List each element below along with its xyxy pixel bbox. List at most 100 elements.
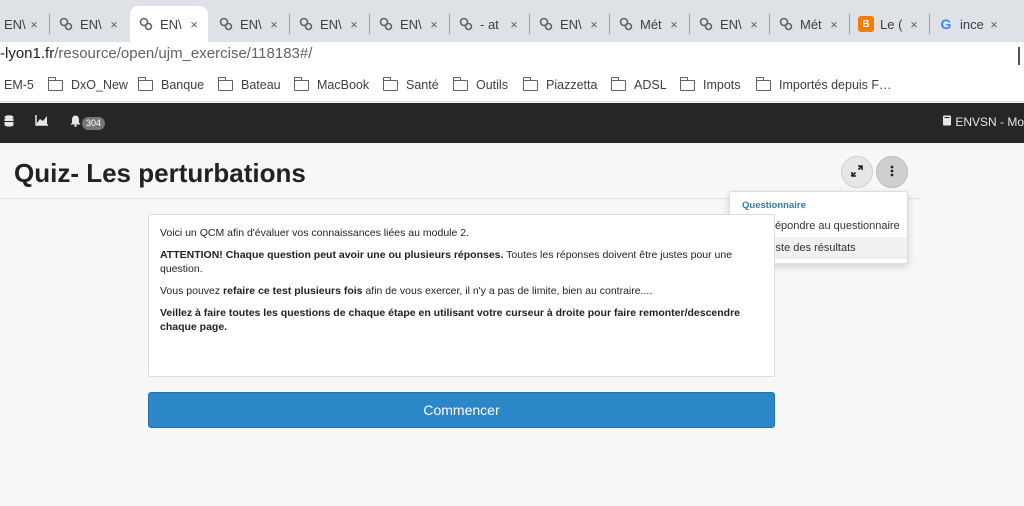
tab-title: EN\ (320, 16, 342, 32)
bookmark-label: Impots (703, 78, 741, 92)
bookmark-folder[interactable]: Impots (679, 76, 741, 92)
browser-tab[interactable]: G ince × (930, 6, 1008, 42)
start-quiz-button[interactable]: Commencer (148, 392, 775, 428)
bookmarks-bar: EM-5 DxO_New Banque Bateau MacBook Santé… (0, 70, 1024, 102)
browser-tab[interactable]: B Le ( × (850, 6, 928, 42)
intro-paragraph: Voici un QCM afin d'évaluer vos connaiss… (160, 227, 470, 239)
folder-icon (217, 76, 233, 91)
bookmark-folder[interactable]: Banque (137, 76, 205, 92)
attention-paragraph: ATTENTION! Chaque question peut avoir un… (160, 248, 763, 276)
browser-tab[interactable]: EN\ × (370, 6, 448, 42)
bookmark-folder[interactable]: Santé (382, 76, 439, 92)
close-icon[interactable]: × (346, 16, 362, 32)
moodle-icon (298, 16, 314, 32)
folder-icon (610, 76, 626, 91)
tab-title: EN\ (160, 16, 182, 32)
moodle-icon (138, 16, 154, 32)
attention-bold-text: ATTENTION! Chaque question peut avoir un… (160, 249, 504, 261)
browser-tab-active[interactable]: EN\ × (130, 6, 208, 42)
tab-title: EN\ (240, 16, 262, 32)
close-icon[interactable]: × (986, 16, 1002, 32)
bookmark-folder[interactable]: MacBook (293, 76, 370, 92)
browser-tab[interactable]: Mét × (770, 6, 848, 42)
close-icon[interactable]: × (106, 16, 122, 32)
notification-badge[interactable]: 304 (82, 117, 106, 130)
close-icon[interactable]: × (26, 16, 42, 32)
browser-tab[interactable]: EN\ × (290, 6, 368, 42)
folder-icon (755, 76, 771, 91)
url-host: -lyon1.fr (0, 45, 55, 62)
menu-item-label: Répondre au questionnaire (767, 220, 900, 232)
retry-paragraph: Vous pouvez refaire ce test plusieurs fo… (160, 284, 763, 298)
browser-tab-strip: EN\ × EN\ × EN\ × EN\ × EN\ × EN\ × - at… (0, 0, 1024, 42)
bookmark-label: EM-5 (4, 78, 34, 92)
folder-icon (293, 76, 309, 91)
browser-tab[interactable]: Mét × (610, 6, 688, 42)
bookmark-label: Bateau (241, 78, 281, 92)
tab-title: EN\ (80, 16, 102, 32)
app-navbar: 304 ENVSN - Mo (0, 103, 1024, 143)
bookmark-folder[interactable]: Piazzetta (522, 76, 597, 92)
browser-tab[interactable]: EN\ × (530, 6, 608, 42)
folder-icon (137, 76, 153, 91)
google-icon: G (940, 16, 952, 32)
bookmark-label: Outils (476, 78, 508, 92)
instructions-bold-text: Veillez à faire toutes les questions de … (160, 307, 741, 333)
close-icon[interactable]: × (906, 16, 922, 32)
tab-title: EN\ (4, 16, 26, 32)
close-icon[interactable]: × (666, 16, 682, 32)
bookmark-folder[interactable]: Bateau (217, 76, 281, 92)
database-icon[interactable] (4, 115, 14, 130)
fullscreen-button[interactable] (841, 156, 873, 188)
folder-icon (679, 76, 695, 91)
close-icon[interactable]: × (186, 16, 202, 32)
bookmark-folder[interactable]: ADSL (610, 76, 667, 92)
bookmark-label: DxO_New (71, 78, 128, 92)
moodle-icon (778, 16, 794, 32)
browser-tab[interactable]: EN\ × (210, 6, 288, 42)
moodle-icon (538, 16, 554, 32)
close-icon[interactable]: × (826, 16, 842, 32)
bookmark-label: MacBook (317, 78, 370, 92)
tab-title: ince (960, 16, 984, 32)
moodle-icon (698, 16, 714, 32)
url-text[interactable]: -lyon1.fr/resource/open/ujm_exercise/118… (0, 45, 312, 62)
bookmark-label: Importés depuis F… (779, 78, 892, 92)
browser-tab[interactable]: EN\ × (0, 6, 48, 42)
browser-menu-icon[interactable] (1018, 47, 1024, 65)
close-icon[interactable]: × (426, 16, 442, 32)
bookmark-label: Banque (161, 78, 205, 92)
tab-title: EN\ (720, 16, 742, 32)
bookmark-label: ADSL (634, 78, 667, 92)
browser-tab[interactable]: EN\ × (50, 6, 128, 42)
folder-icon (47, 76, 63, 91)
bookmark-folder[interactable]: DxO_New (47, 76, 128, 92)
folder-icon (522, 76, 538, 91)
moodle-icon (458, 16, 474, 32)
retry-bold-text: refaire ce test plusieurs fois (223, 285, 363, 297)
chart-icon[interactable] (35, 115, 48, 129)
browser-tab[interactable]: - at × (450, 6, 528, 42)
browser-tab[interactable]: EN\ × (690, 6, 768, 42)
bell-icon[interactable] (70, 115, 81, 130)
close-icon[interactable]: × (586, 16, 602, 32)
workspace-label: ENVSN - Mo (955, 115, 1024, 129)
folder-icon (452, 76, 468, 91)
tab-title: Mét (800, 16, 822, 32)
folder-icon (382, 76, 398, 91)
menu-item-label: Liste des résultats (767, 242, 856, 254)
close-icon[interactable]: × (746, 16, 762, 32)
bookmark-item[interactable]: EM-5 (4, 78, 34, 92)
bookmark-folder[interactable]: Outils (452, 76, 508, 92)
page-title: Quiz- Les perturbations (14, 158, 306, 188)
moodle-icon (618, 16, 634, 32)
close-icon[interactable]: × (506, 16, 522, 32)
address-bar[interactable]: -lyon1.fr/resource/open/ujm_exercise/118… (0, 42, 1024, 70)
bookmark-folder[interactable]: Importés depuis F… (755, 76, 892, 92)
workspace-link[interactable]: ENVSN - Mo (942, 115, 1024, 129)
tab-title: Le ( (880, 16, 903, 32)
tab-title: EN\ (560, 16, 582, 32)
close-icon[interactable]: × (266, 16, 282, 32)
dropdown-header: Questionnaire (742, 200, 806, 211)
more-options-button[interactable] (876, 156, 908, 188)
